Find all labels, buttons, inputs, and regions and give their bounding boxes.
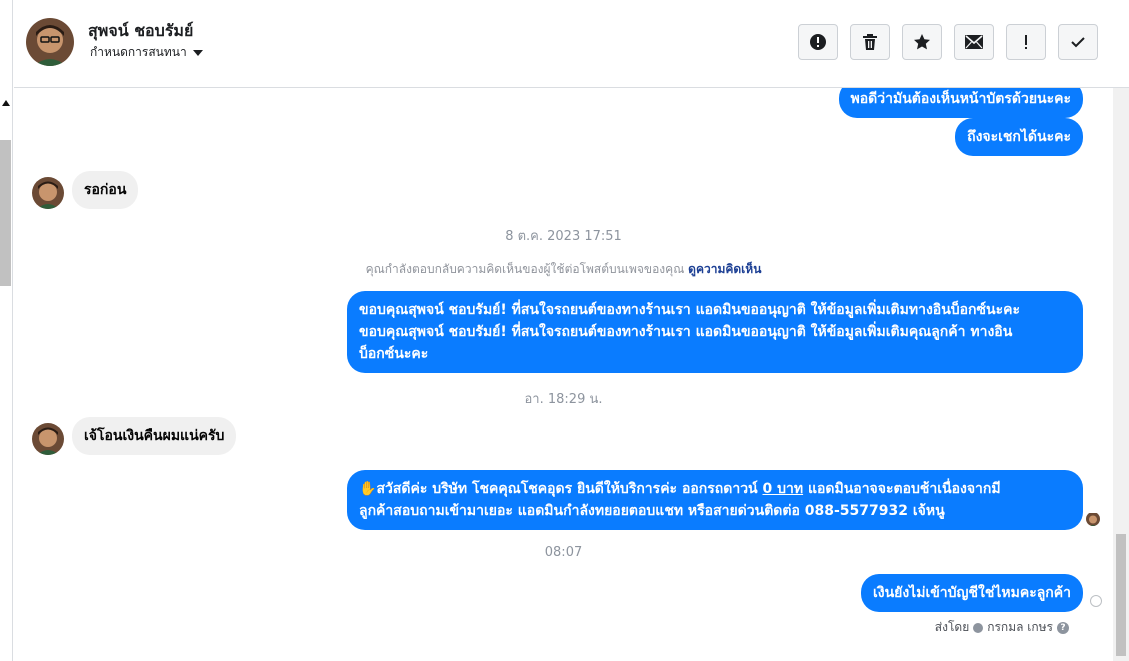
sent-by: ส่งโดย กรกมล เกษร ? [935, 618, 1069, 637]
contact-name[interactable]: สุพจน์ ชอบรัมย์ [88, 19, 193, 44]
important-button[interactable] [1006, 24, 1046, 60]
scroll-thumb[interactable] [1116, 534, 1126, 656]
trash-icon [863, 34, 877, 50]
sent-status-icon [1090, 595, 1102, 607]
incoming-message[interactable]: รอก่อน [72, 171, 139, 209]
delete-button[interactable] [850, 24, 890, 60]
schedule-label: กำหนดการสนทนา [90, 45, 187, 59]
exclamation-circle-icon [810, 34, 826, 50]
envelope-icon [965, 35, 983, 49]
contact-avatar[interactable] [26, 18, 74, 66]
view-comment-link[interactable]: ดูความคิดเห็น [688, 262, 761, 276]
star-icon [914, 34, 930, 50]
verified-icon [973, 622, 984, 633]
report-button[interactable] [798, 24, 838, 60]
sender-name[interactable]: กรกมล เกษร [987, 618, 1053, 637]
scroll-up-arrow-icon[interactable] [2, 100, 10, 106]
timestamp: อา. 18:29 น. [524, 392, 603, 407]
help-icon[interactable]: ? [1057, 621, 1069, 634]
outgoing-message[interactable]: พอดีว่ามันต้องเห็นหน้าบัตรด้วยนะคะ [838, 88, 1083, 118]
seen-avatar-icon [1086, 512, 1100, 526]
raised-hand-icon: ✋ [359, 481, 377, 497]
timestamp: 8 ต.ค. 2023 17:51 [505, 229, 622, 244]
message-thread: พอดีว่ามันต้องเห็นหน้าบัตรด้วยนะคะ ถึงจะ… [14, 88, 1113, 661]
message-line: ✋สวัสดีค่ะ บริษัท โชคคุณโชคอุดร ยินดีให้… [359, 481, 1001, 497]
exclamation-icon [1025, 35, 1027, 49]
outgoing-message[interactable]: ✋สวัสดีค่ะ บริษัท โชคคุณโชคอุดร ยินดีให้… [347, 470, 1083, 530]
outgoing-message[interactable]: เงินยังไม่เข้าบัญชีใช่ไหมคะลูกค้า [860, 574, 1083, 612]
underlined-text: 0 บาท [762, 481, 804, 497]
contact-avatar-small [32, 423, 64, 455]
message-line: บ็อกซ์นะคะ [359, 346, 429, 362]
conversation-toolbar [798, 24, 1098, 60]
sent-by-label: ส่งโดย [934, 620, 970, 634]
star-button[interactable] [902, 24, 942, 60]
outgoing-message[interactable]: ขอบคุณสุพจน์ ชอบรัมย์! ที่สนใจรถยนต์ของท… [347, 291, 1083, 373]
mark-unread-button[interactable] [954, 24, 994, 60]
reply-context-text: คุณกำลังตอบกลับความคิดเห็นของผู้ใช้ต่อโพ… [365, 262, 685, 276]
reply-context: คุณกำลังตอบกลับความคิดเห็นของผู้ใช้ต่อโพ… [14, 260, 1113, 279]
left-rail [0, 0, 13, 661]
contact-avatar-small [32, 177, 64, 209]
conversation-header: สุพจน์ ชอบรัมย์ กำหนดการสนทนา [14, 0, 1129, 88]
outgoing-message[interactable]: ถึงจะเชกได้นะคะ [955, 118, 1083, 156]
conversation-schedule-dropdown[interactable]: กำหนดการสนทนา [90, 43, 203, 62]
timestamp: 08:07 [544, 545, 583, 560]
chat-scrollbar[interactable] [1113, 88, 1129, 661]
caret-down-icon [192, 49, 203, 56]
done-button[interactable] [1058, 24, 1098, 60]
message-line: ขอบคุณสุพจน์ ชอบรัมย์! ที่สนใจรถยนต์ของท… [359, 302, 1021, 318]
incoming-message[interactable]: เจ้โอนเงินคืนผมแน่ครับ [72, 417, 237, 455]
message-line: ขอบคุณสุพจน์ ชอบรัมย์! ที่สนใจรถยนต์ของท… [359, 324, 1013, 340]
message-line: ลูกค้าสอบถามเข้ามาเยอะ แอดมินกำลังทยอยตอ… [359, 503, 945, 519]
check-icon [1071, 37, 1085, 48]
left-scroll-thumb[interactable] [0, 140, 11, 286]
